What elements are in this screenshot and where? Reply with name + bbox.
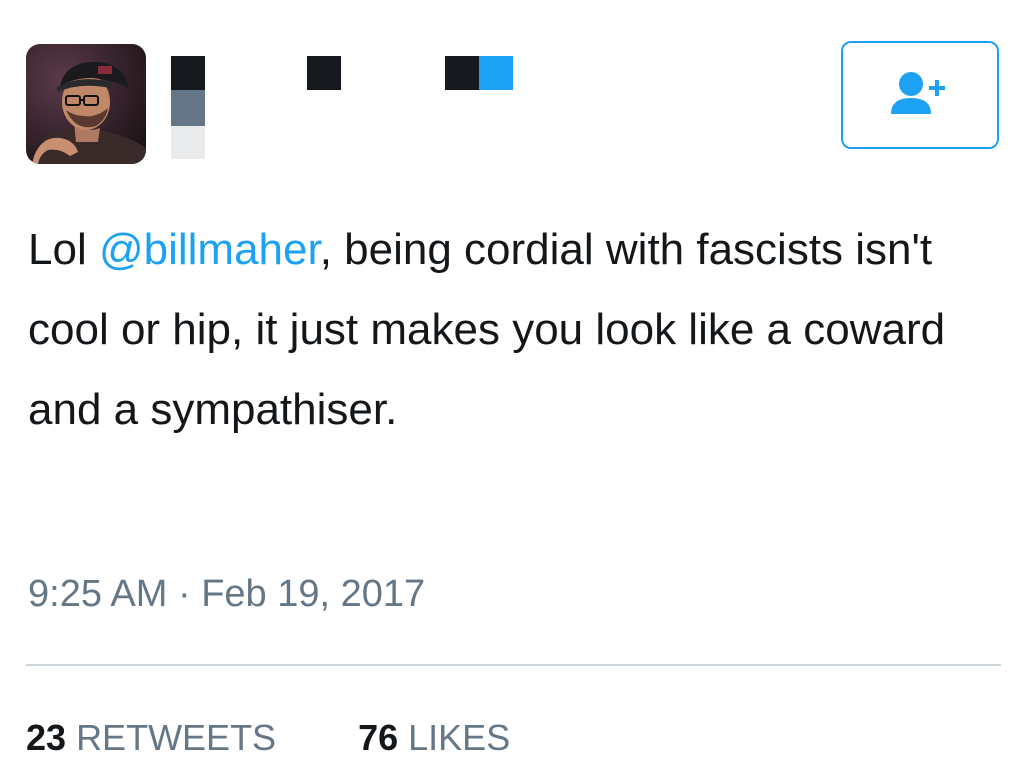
redacted-name-block — [445, 56, 479, 90]
redacted-name-block — [307, 56, 341, 90]
mention-link[interactable]: @billmaher — [99, 225, 320, 274]
tweet-text-start: Lol — [28, 225, 99, 274]
divider — [26, 664, 1001, 666]
redacted-name-block — [171, 90, 205, 126]
tweet-detail: Lol @billmaher, being cordial with fasci… — [0, 0, 1024, 782]
likes-count: 76 — [358, 717, 399, 758]
redacted-handle-block — [171, 126, 205, 159]
redacted-badge-block — [479, 56, 513, 90]
retweets-count: 23 — [26, 717, 67, 758]
retweets-label: RETWEETS — [76, 717, 277, 758]
tweet-text: Lol @billmaher, being cordial with fasci… — [28, 210, 988, 450]
redacted-name-block — [171, 56, 205, 90]
likes-stat[interactable]: 76 LIKES — [358, 714, 510, 762]
tweet-stats: 23 RETWEETS 76 LIKES — [26, 714, 510, 762]
add-user-icon — [889, 70, 951, 121]
retweets-stat[interactable]: 23 RETWEETS — [26, 714, 276, 762]
likes-label: LIKES — [408, 717, 511, 758]
follow-button[interactable] — [841, 41, 999, 149]
tweet-timestamp[interactable]: 9:25 AM · Feb 19, 2017 — [28, 570, 425, 618]
avatar[interactable] — [26, 44, 146, 164]
